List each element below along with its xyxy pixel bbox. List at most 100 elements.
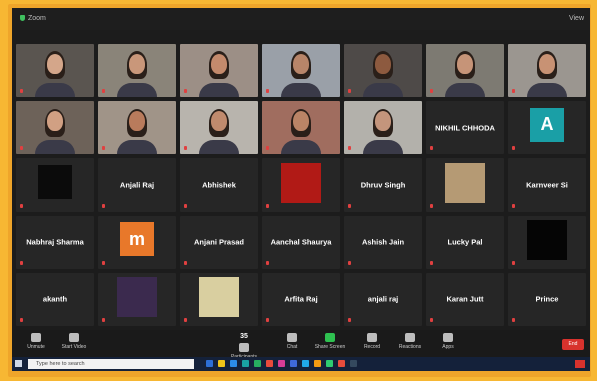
participant-tile[interactable]: Karnveer Si — [508, 158, 586, 212]
muted-microphone-icon — [102, 146, 105, 151]
zoom-window: Zoom View NIKHIL CHHODA A Anjali Raj Abhish… — [12, 8, 590, 363]
participant-tile[interactable] — [344, 101, 422, 155]
participant-name: Prince — [535, 294, 559, 304]
participant-tile[interactable]: A — [508, 101, 586, 155]
taskbar-app-icon[interactable] — [314, 360, 321, 367]
windows-start-icon[interactable] — [15, 360, 22, 367]
chat-button[interactable]: Chat — [274, 333, 310, 350]
taskbar-app-icon[interactable] — [242, 360, 249, 367]
participant-tile[interactable]: Arfita Raj — [262, 272, 340, 326]
participant-caption — [266, 317, 271, 323]
muted-microphone-icon — [20, 203, 23, 208]
taskbar-app-icon[interactable] — [218, 360, 225, 367]
taskbar-app-icon[interactable] — [266, 360, 273, 367]
participant-caption — [184, 203, 189, 209]
participant-name: Karan Jutt — [446, 294, 484, 304]
participant-tile[interactable]: Karan Jutt — [426, 272, 504, 326]
participant-tile[interactable]: NIKHIL CHHODA — [426, 101, 504, 155]
participant-tile[interactable]: Anjani Prasad — [180, 215, 258, 269]
share-screen-button[interactable]: Share Screen — [312, 333, 348, 350]
participant-tile[interactable]: m — [98, 215, 176, 269]
participant-tile[interactable] — [344, 44, 422, 98]
participant-tile[interactable] — [426, 44, 504, 98]
participant-caption — [20, 203, 25, 209]
participant-caption — [348, 88, 353, 94]
participant-tile[interactable] — [262, 44, 340, 98]
participant-name: Lucky Pal — [447, 237, 483, 247]
taskbar-app-icon[interactable] — [254, 360, 261, 367]
participant-tile[interactable] — [16, 158, 94, 212]
participant-face — [293, 53, 309, 74]
windows-taskbar: Type here to search — [12, 357, 590, 371]
participant-caption — [102, 317, 107, 323]
participant-tile[interactable] — [180, 44, 258, 98]
participant-tile[interactable]: Nabhraj Sharma — [16, 215, 94, 269]
participant-name: Anjali Raj — [119, 180, 155, 190]
participant-tile[interactable]: akanth — [16, 272, 94, 326]
participant-tile[interactable] — [16, 101, 94, 155]
muted-microphone-icon — [430, 146, 433, 151]
participant-tile[interactable] — [508, 44, 586, 98]
participant-tile[interactable]: Aanchal Shaurya — [262, 215, 340, 269]
participant-tile[interactable] — [16, 44, 94, 98]
participants-button[interactable]: 35Participants — [226, 333, 262, 360]
taskbar-app-icon[interactable] — [230, 360, 237, 367]
taskbar-app-icon[interactable] — [206, 360, 213, 367]
muted-microphone-icon — [184, 318, 187, 322]
unmute-button[interactable]: Unmute — [18, 333, 54, 350]
muted-microphone-icon — [348, 146, 351, 151]
notification-icon[interactable] — [575, 360, 585, 368]
participant-tile[interactable] — [98, 44, 176, 98]
reactions-button[interactable]: Reactions — [392, 333, 428, 350]
muted-microphone-icon — [184, 146, 187, 151]
participant-caption — [266, 145, 271, 151]
participant-tile[interactable] — [98, 101, 176, 155]
participant-tile[interactable] — [180, 101, 258, 155]
participant-tile[interactable]: Prince — [508, 272, 586, 326]
muted-microphone-icon — [184, 203, 187, 208]
participant-tile[interactable]: Anjali Raj — [98, 158, 176, 212]
taskbar-app-icon[interactable] — [326, 360, 333, 367]
participant-face — [211, 110, 227, 131]
muted-microphone-icon — [512, 146, 515, 151]
taskbar-app-icon[interactable] — [290, 360, 297, 367]
participant-tile[interactable]: anjali raj — [344, 272, 422, 326]
muted-microphone-icon — [512, 203, 515, 208]
participant-caption — [102, 260, 107, 266]
window-title: Zoom — [20, 15, 46, 22]
participant-tile[interactable] — [180, 272, 258, 326]
microphone-icon — [31, 333, 41, 342]
muted-microphone-icon — [20, 89, 23, 94]
taskbar-app-icon[interactable] — [338, 360, 345, 367]
participant-tile[interactable] — [262, 158, 340, 212]
muted-microphone-icon — [20, 260, 23, 265]
apps-button[interactable]: Apps — [430, 333, 466, 350]
participant-name: Aanchal Shaurya — [270, 237, 332, 247]
participant-tile[interactable] — [426, 158, 504, 212]
muted-microphone-icon — [102, 89, 105, 94]
participant-tile[interactable] — [262, 101, 340, 155]
participant-tile[interactable]: Lucky Pal — [426, 215, 504, 269]
participant-name: Arfita Raj — [284, 294, 318, 304]
participant-tile[interactable] — [508, 215, 586, 269]
start-video-button[interactable]: Start Video — [56, 333, 92, 350]
muted-microphone-icon — [184, 260, 187, 265]
participant-tile[interactable]: Abhishek — [180, 158, 258, 212]
taskbar-app-icon[interactable] — [302, 360, 309, 367]
taskbar-app-icon[interactable] — [350, 360, 357, 367]
record-button[interactable]: Record — [354, 333, 390, 350]
end-meeting-button[interactable]: End — [562, 339, 584, 350]
participant-caption — [512, 145, 517, 151]
taskbar-app-icon[interactable] — [278, 360, 285, 367]
muted-microphone-icon — [266, 260, 269, 265]
participant-caption — [20, 317, 25, 323]
participant-caption — [184, 145, 189, 151]
participant-tile[interactable] — [98, 272, 176, 326]
participant-tile[interactable]: Ashish Jain — [344, 215, 422, 269]
view-button[interactable]: View — [569, 15, 584, 22]
participant-tile[interactable]: Dhruv Singh — [344, 158, 422, 212]
participant-face — [539, 53, 555, 74]
profile-picture — [199, 277, 239, 318]
taskbar-search-input[interactable]: Type here to search — [28, 359, 194, 369]
muted-microphone-icon — [102, 260, 105, 265]
